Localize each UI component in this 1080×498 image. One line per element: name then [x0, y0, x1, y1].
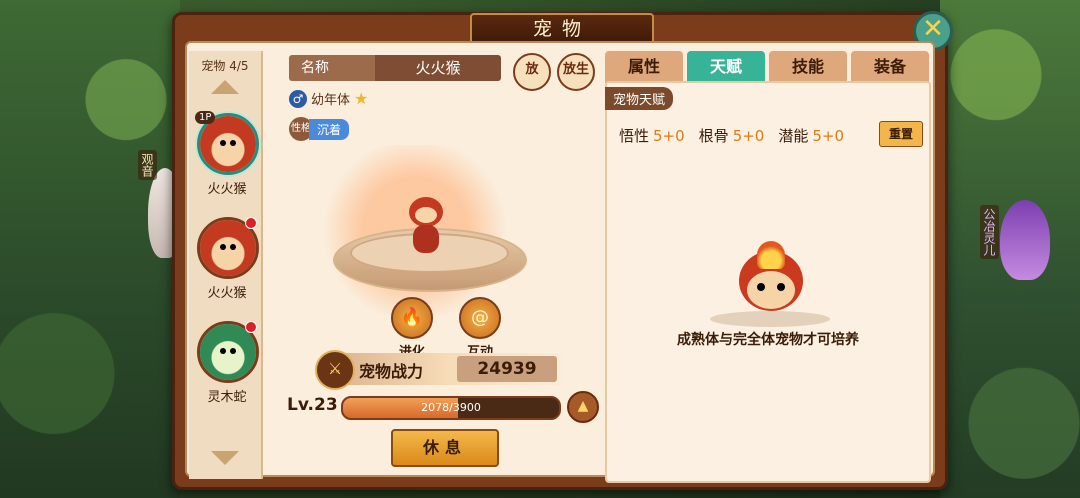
pet-name: 火火猴: [207, 182, 247, 197]
male-icon: ♂: [289, 89, 307, 108]
sword-icon: ⚔: [315, 350, 355, 390]
npc-gongye-figure[interactable]: [1000, 200, 1050, 280]
reset-button[interactable]: 重置: [879, 121, 923, 147]
interact-button[interactable]: @ 互动: [453, 297, 507, 360]
sprite-body: [413, 225, 439, 253]
pet-list-sidebar: 宠物 4/5 1P 火火猴 火火猴 灵木蛇: [189, 51, 263, 479]
notification-dot: [245, 321, 257, 333]
talent-stat: 悟性 5+0: [619, 127, 685, 145]
name-value: 火火猴: [375, 55, 501, 81]
trait-row: 性格 沉着: [289, 117, 350, 141]
npc-gongye-label: 公冶灵儿: [980, 205, 999, 259]
tab-equipment[interactable]: 装备: [851, 51, 929, 83]
pet-sprite[interactable]: [403, 197, 449, 255]
arrow-up-icon: ▲: [577, 398, 589, 414]
team-badge: 1P: [195, 111, 216, 124]
monkey-head-icon: [733, 241, 809, 315]
fire-icon: 🔥: [391, 297, 433, 339]
pet-slot-2[interactable]: 火火猴: [197, 217, 259, 301]
evolve-button[interactable]: 🔥 进化: [385, 297, 439, 360]
talent-stat: 潜能 5+0: [778, 127, 845, 145]
sprite-face: [415, 207, 437, 223]
xp-text: 2078/3900: [421, 401, 481, 414]
xp-bar: 2078/3900: [341, 396, 561, 420]
monkey-icon: [200, 116, 256, 172]
power-value: 24939: [457, 356, 557, 382]
rest-button[interactable]: 休息: [391, 429, 499, 467]
swirl-icon: @: [459, 297, 501, 339]
talent-stats: 悟性 5+0 根骨 5+0 潜能 5+0: [619, 125, 844, 146]
talent-section-title: 宠物天赋: [605, 87, 674, 110]
pet-level: Lv.23: [287, 395, 338, 415]
power-label: 宠物战力: [359, 362, 424, 381]
trait-value: 沉着: [309, 118, 350, 140]
tab-skills[interactable]: 技能: [769, 51, 847, 83]
talent-stat: 根骨 5+0: [698, 127, 765, 145]
talent-hint: 成熟体与完全体宠物才可培养: [677, 332, 859, 348]
stage-row: ♂ 幼年体 ★: [289, 89, 368, 108]
npc-guanyin-label: 观音: [138, 150, 157, 180]
release-button[interactable]: 放生: [557, 53, 595, 91]
power-row: ⚔ 宠物战力 24939: [315, 350, 573, 390]
pet-slot-3[interactable]: 灵木蛇: [197, 321, 259, 405]
scroll-up-icon[interactable]: [211, 80, 239, 94]
pet-panel: 宠物 ✕ 宠物 4/5 1P 火火猴 火火猴 灵木蛇 名称 火火猴 放 放生 ♂…: [172, 11, 953, 490]
pet-name: 灵木蛇: [207, 390, 247, 405]
tab-bar: 属性 天赋 技能 装备: [605, 51, 931, 83]
pet-name: 火火猴: [207, 286, 247, 301]
pet-count: 宠物 4/5: [201, 59, 249, 73]
tab-talent[interactable]: 天赋: [687, 51, 765, 83]
tab-attributes[interactable]: 属性: [605, 51, 683, 83]
name-label: 名称: [289, 55, 379, 81]
pet-slot-1[interactable]: 1P 火火猴: [195, 111, 259, 197]
pet-name-row: 名称 火火猴: [289, 55, 501, 83]
level-up-button[interactable]: ▲: [567, 391, 599, 423]
star-icon: ★: [354, 89, 369, 108]
scroll-down-icon[interactable]: [211, 451, 239, 465]
pet-action-button[interactable]: 放: [513, 53, 551, 91]
close-icon: ✕: [922, 14, 944, 44]
growth-stage: 幼年体: [311, 93, 351, 108]
notification-dot: [245, 217, 257, 229]
